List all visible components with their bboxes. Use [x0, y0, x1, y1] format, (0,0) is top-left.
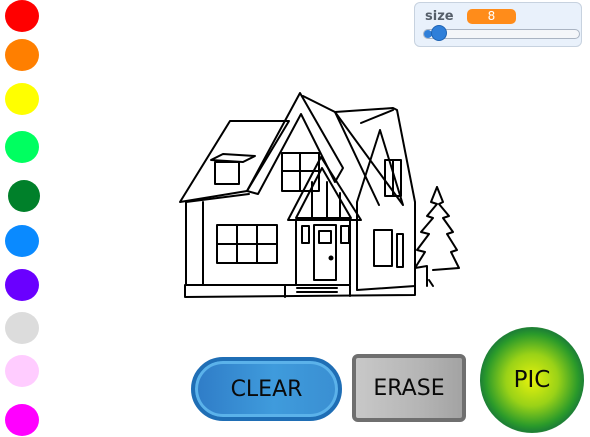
swatch-red[interactable] [5, 0, 39, 32]
swatch-blue[interactable] [5, 225, 39, 257]
swatch-yellow[interactable] [5, 83, 39, 115]
swatch-violet[interactable] [5, 269, 39, 301]
swatch-orange[interactable] [5, 39, 39, 71]
pic-button[interactable]: PIC [480, 327, 584, 433]
clear-button-label: CLEAR [230, 376, 303, 402]
swatch-pink[interactable] [5, 355, 39, 387]
size-slider-panel: size 8 [414, 2, 582, 47]
swatch-light-gray[interactable] [5, 312, 39, 344]
size-slider[interactable] [423, 25, 580, 41]
size-label: size [425, 9, 454, 24]
swatch-light-green[interactable] [5, 131, 39, 163]
clear-button[interactable]: CLEAR [191, 357, 342, 421]
pic-button-label: PIC [513, 367, 551, 393]
size-value-readout: 8 [467, 9, 516, 24]
house-drawing[interactable] [175, 90, 465, 302]
swatch-dark-green[interactable] [8, 180, 40, 212]
swatch-magenta[interactable] [5, 404, 39, 436]
erase-button[interactable]: ERASE [352, 354, 466, 422]
size-slider-thumb[interactable] [430, 25, 447, 41]
erase-button-label: ERASE [373, 375, 445, 401]
